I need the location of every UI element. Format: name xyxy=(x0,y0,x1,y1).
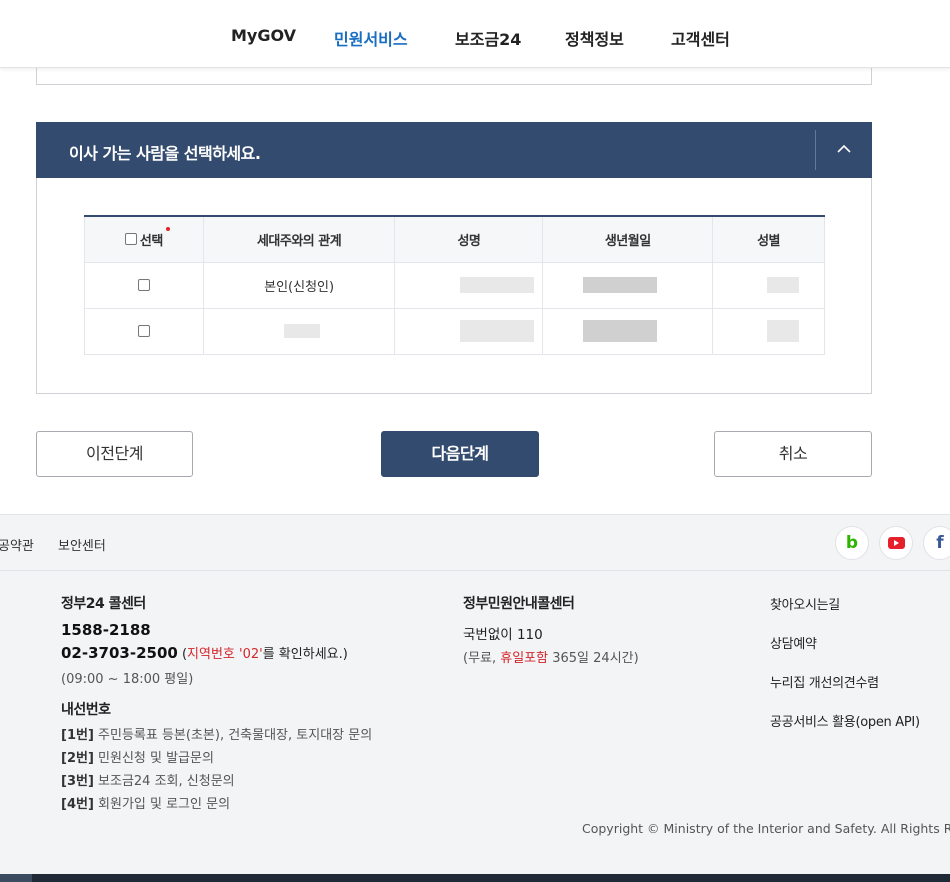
copyright-text: Copyright © Ministry of the Interior and… xyxy=(582,821,950,836)
footer-menu-consultation[interactable]: 상담예약 xyxy=(770,633,817,652)
row-select-checkbox[interactable] xyxy=(137,279,150,291)
table-row xyxy=(84,307,825,355)
facebook-icon: f xyxy=(936,533,944,553)
civil-callcenter-column: 정부민원안내콜센터 국번없이 110 (무료, 휴일포함 365일 24시간) xyxy=(463,593,639,666)
civil-callcenter-title: 정부민원안내콜센터 xyxy=(463,596,575,612)
footer-menu-feedback[interactable]: 누리집 개선의견수렴 xyxy=(770,672,879,691)
cell-gender-redacted xyxy=(712,261,825,309)
footer-menu-open-api[interactable]: 공공서비스 활용(open API) xyxy=(770,711,920,730)
extension-title: 내선번호 xyxy=(61,702,111,718)
nav-item-subsidy24[interactable]: 보조금24 xyxy=(455,26,521,50)
header-select: 선택 xyxy=(84,216,204,263)
callcenter-column: 정부24 콜센터 1588-2188 02-3703-2500 (지역번호 '0… xyxy=(61,593,372,816)
header-gender: 성별 xyxy=(712,216,825,263)
blog-button[interactable]: b xyxy=(835,526,869,560)
required-indicator xyxy=(165,226,170,231)
chevron-up-icon xyxy=(837,144,851,153)
top-navigation: MyGOV 민원서비스 보조금24 정책정보 고객센터 xyxy=(0,0,950,68)
header-relation: 세대주와의 관계 xyxy=(202,216,396,263)
cell-name-redacted xyxy=(394,261,544,309)
next-step-button[interactable]: 다음단계 xyxy=(381,431,539,477)
list-item: [2번] 민원신청 및 발급문의 xyxy=(61,751,214,766)
nav-item-mygov[interactable]: MyGOV xyxy=(231,26,296,45)
table-row: 본인(신청인) xyxy=(84,261,825,309)
callcenter-phone-main: 1588-2188 xyxy=(61,621,151,639)
nav-item-civil-service[interactable]: 민원서비스 xyxy=(334,26,408,50)
footer-link-terms[interactable]: 공약관 xyxy=(0,535,34,554)
cell-relation-redacted xyxy=(202,307,396,355)
cell-name-redacted xyxy=(394,307,544,355)
header-select-label: 선택 xyxy=(139,233,163,249)
civil-callcenter-hours: (무료, 휴일포함 365일 24시간) xyxy=(463,651,639,666)
panel-header: 이사 가는 사람을 선택하세요. xyxy=(36,122,872,178)
blog-icon: b xyxy=(845,533,859,553)
callcenter-hours: (09:00 ~ 18:00 평일) xyxy=(61,672,194,687)
collapse-toggle-button[interactable] xyxy=(818,122,872,178)
footer-link-security-center[interactable]: 보안센터 xyxy=(58,535,106,554)
select-all-checkbox[interactable] xyxy=(124,233,137,245)
cell-relation: 본인(신청인) xyxy=(202,261,396,309)
cell-birthdate-redacted xyxy=(542,307,714,355)
youtube-button[interactable] xyxy=(879,526,913,560)
cancel-button[interactable]: 취소 xyxy=(714,431,872,477)
panel-title: 이사 가는 사람을 선택하세요. xyxy=(69,144,261,163)
cell-birthdate-redacted xyxy=(542,261,714,309)
mover-selection-panel: 이사 가는 사람을 선택하세요. 선택 세대주와의 관계 성명 생년월일 성별 … xyxy=(36,122,872,394)
footer-menu-directions[interactable]: 찾아오시는길 xyxy=(770,594,840,613)
household-members-table: 선택 세대주와의 관계 성명 생년월일 성별 본인(신청인) xyxy=(84,215,825,355)
header-birthdate: 생년월일 xyxy=(542,216,714,263)
footer-link-bar: 공약관 보안센터 b f xyxy=(0,515,950,571)
extension-list: [1번] 주민등록표 등본(초본), 건축물대장, 토지대장 문의 [2번] 민… xyxy=(61,724,372,816)
cell-gender-redacted xyxy=(712,307,825,355)
civil-callcenter-number: 국번없이 110 xyxy=(463,627,543,643)
prev-step-button[interactable]: 이전단계 xyxy=(36,431,193,477)
bottom-bar xyxy=(0,874,950,882)
nav-item-policy-info[interactable]: 정책정보 xyxy=(565,26,624,50)
nav-item-customer-center[interactable]: 고객센터 xyxy=(671,26,730,50)
list-item: [3번] 보조금24 조회, 신청문의 xyxy=(61,774,235,789)
callcenter-phone-secondary: 02-3703-2500 (지역번호 '02'를 확인하세요.) xyxy=(61,644,348,662)
header-divider xyxy=(815,130,816,170)
row-select-checkbox[interactable] xyxy=(137,325,150,337)
table-header-row: 선택 세대주와의 관계 성명 생년월일 성별 xyxy=(84,216,825,263)
callcenter-title: 정부24 콜센터 xyxy=(61,596,146,612)
facebook-button[interactable]: f xyxy=(923,526,950,560)
header-name: 성명 xyxy=(394,216,544,263)
list-item: [4번] 회원가입 및 로그인 문의 xyxy=(61,797,231,812)
footer: 공약관 보안센터 b f 정부24 콜센터 1588-2188 02-3703-… xyxy=(0,514,950,882)
youtube-icon xyxy=(880,527,912,559)
list-item: [1번] 주민등록표 등본(초본), 건축물대장, 토지대장 문의 xyxy=(61,728,373,743)
